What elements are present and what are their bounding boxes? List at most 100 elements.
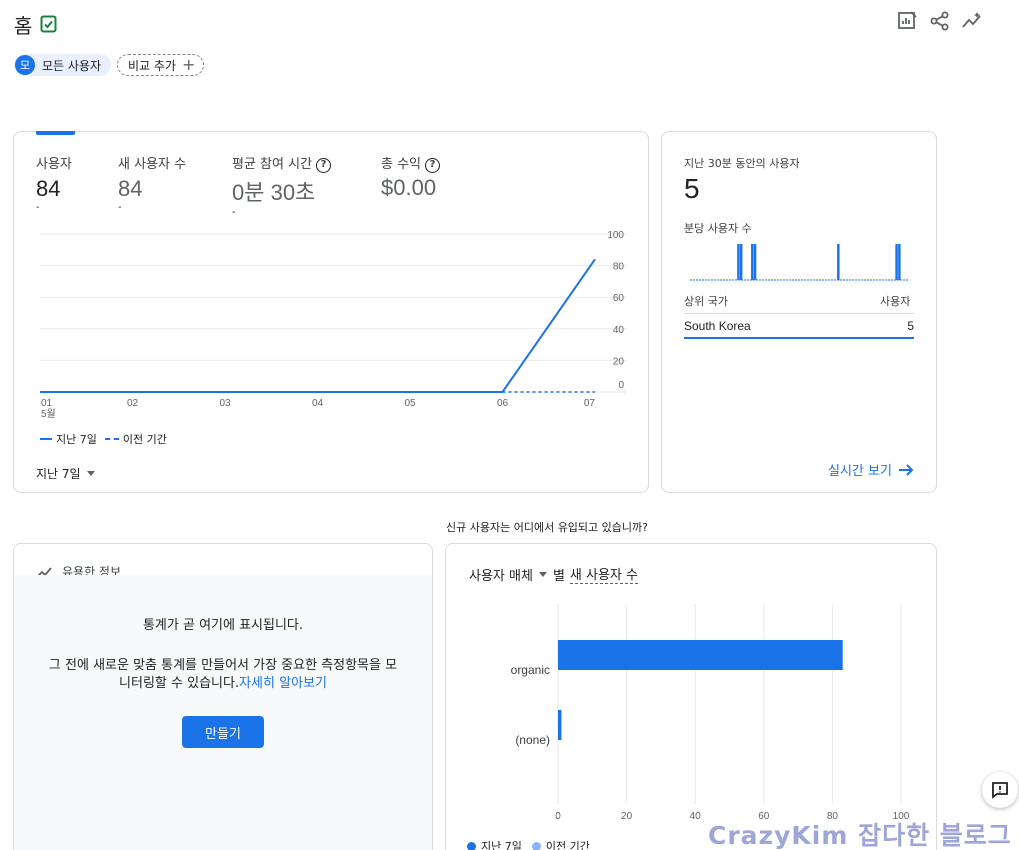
by-label: 별 [552, 568, 565, 584]
metric-new-users[interactable]: 새 사용자 수 84 - [118, 153, 186, 213]
y-tick-label: 100 [607, 230, 624, 241]
insights-description-line2: 니터링할 수 있습니다. [119, 676, 240, 691]
x-tick-label: 20 [621, 811, 633, 822]
metric-label: 새 사용자 수 [118, 157, 187, 172]
minute-bar[interactable] [739, 244, 743, 280]
country-users: 5 [907, 319, 914, 333]
metric-label: 평균 참여 시간 [232, 157, 313, 172]
bar[interactable] [558, 710, 562, 740]
metric-label: 총 수익 [381, 157, 422, 172]
divider [684, 313, 914, 314]
view-realtime-label: 실시간 보기 [828, 464, 892, 479]
acquisition-bar-chart: 0 20 40 60 80 100organic(none) [511, 604, 910, 822]
x-tick-label: 40 [690, 811, 702, 822]
x-tick-label: 06 [497, 398, 509, 409]
series-line-current [40, 258, 596, 393]
realtime-user-count: 5 [684, 173, 700, 204]
insights-description-line1: 그 전에 새로운 맞춤 통계를 만들어서 가장 중요한 측정항목을 모 [48, 658, 398, 673]
y-tick-label: 0 [618, 380, 624, 391]
legend-dashed-swatch [104, 438, 119, 440]
minute-bar[interactable] [751, 244, 754, 280]
chart-legend: 지난 7일 이전 기간 [40, 431, 167, 447]
chevron-down-icon [86, 471, 95, 476]
minute-bar[interactable] [898, 244, 901, 280]
per-minute-bar-chart [690, 244, 908, 281]
selected-tab-indicator [36, 131, 75, 135]
y-tick-label: 80 [613, 262, 625, 273]
page-title: 홈 [14, 14, 33, 38]
x-tick-label: 04 [312, 398, 324, 409]
date-range-dropdown[interactable]: 지난 7일 [36, 465, 95, 482]
add-comparison-button[interactable]: 비교 추가 + [117, 54, 205, 76]
per-minute-label: 분당 사용자 수 [684, 222, 752, 235]
users-line-chart: 100 80 60 40 20 0 01 02 03 04 05 06 07 5월 [40, 230, 626, 420]
help-icon[interactable]: ? [425, 158, 441, 173]
category-label: organic [511, 663, 550, 677]
x-tick-label: 02 [127, 398, 139, 409]
legend-current-swatch [467, 841, 476, 850]
y-tick-label: 60 [613, 293, 625, 304]
learn-more-link[interactable]: 자세히 알아보기 [239, 676, 327, 691]
metric-value: 84 [118, 176, 143, 201]
minute-bar[interactable] [895, 244, 898, 280]
realtime-title: 지난 30분 동안의 사용자 [684, 157, 800, 170]
minute-bar[interactable] [753, 244, 757, 280]
metric-value: $0.00 [381, 175, 437, 200]
metric-total-revenue[interactable]: 총 수익? $0.00 [381, 153, 441, 201]
category-label: (none) [515, 733, 550, 747]
arrow-right-icon [898, 463, 914, 476]
realtime-card [661, 131, 937, 493]
insights-description: 그 전에 새로운 맞춤 통계를 만들어서 가장 중요한 측정항목을 모 니터링할… [34, 657, 412, 693]
watermark: CrazyKim 잡다한 블로그 [708, 821, 1012, 850]
minute-bar[interactable] [837, 244, 840, 280]
column-country: 상위 국가 [684, 295, 728, 308]
all-users-chip[interactable]: 모 모든 사용자 [14, 54, 112, 76]
feedback-button[interactable] [982, 772, 1018, 808]
minute-bar[interactable] [737, 244, 740, 280]
date-range-label: 지난 7일 [36, 467, 81, 481]
table-row[interactable]: South Korea 5 [684, 319, 914, 339]
insights-icon[interactable] [961, 10, 983, 32]
legend-previous: 이전 기간 [545, 840, 590, 850]
acquisition-question: 신규 사용자는 어디에서 유입되고 있습니까? [446, 521, 648, 534]
x-tick-label: 01 [41, 398, 53, 409]
add-comparison-label: 비교 추가 [128, 58, 176, 73]
acquisition-card-title: 사용자 매체 별 새 사용자 수 [469, 564, 638, 584]
metric-change: - [232, 207, 236, 218]
avatar: 모 [15, 55, 35, 75]
column-users: 사용자 [880, 295, 911, 308]
legend-previous: 이전 기간 [122, 433, 167, 446]
country-name: South Korea [684, 319, 751, 333]
metric-users[interactable]: 사용자 84 - [36, 153, 72, 213]
metric-engagement-time[interactable]: 평균 참여 시간? 0분 30초 - [232, 153, 332, 218]
customize-report-icon[interactable] [896, 10, 918, 32]
share-icon[interactable] [929, 10, 951, 32]
metric-value: 84 [36, 176, 61, 201]
metric-change: - [118, 202, 122, 213]
x-tick-label: 03 [219, 398, 231, 409]
metric-label: 사용자 [36, 157, 72, 172]
legend-current: 지난 7일 [481, 840, 522, 850]
help-icon[interactable]: ? [316, 158, 332, 173]
create-button[interactable]: 만들기 [182, 716, 264, 748]
dimension-dropdown[interactable]: 사용자 매체 [469, 565, 547, 584]
x-tick-label: 07 [584, 398, 596, 409]
x-tick-label: 05 [404, 398, 416, 409]
bar[interactable] [558, 640, 843, 670]
verified-check-icon [40, 15, 57, 33]
y-tick-label: 20 [613, 356, 625, 367]
x-month-label: 5월 [41, 408, 56, 420]
legend-current: 지난 7일 [56, 433, 97, 446]
legend-previous-swatch [531, 841, 541, 850]
chevron-down-icon [538, 571, 547, 577]
feedback-icon [992, 782, 1008, 799]
x-tick-label: 0 [555, 811, 561, 822]
metric-value: 0분 30초 [232, 180, 316, 205]
bar-chart-legend: 지난 7일 이전 기간 [467, 838, 590, 850]
metric-dropdown[interactable]: 새 사용자 수 [569, 564, 638, 584]
view-realtime-link[interactable]: 실시간 보기 [828, 460, 914, 479]
metric-change: - [36, 202, 40, 213]
insights-message: 통계가 곧 여기에 표시됩니다. [142, 618, 304, 633]
legend-solid-swatch [40, 438, 52, 440]
y-tick-label: 40 [613, 325, 625, 336]
